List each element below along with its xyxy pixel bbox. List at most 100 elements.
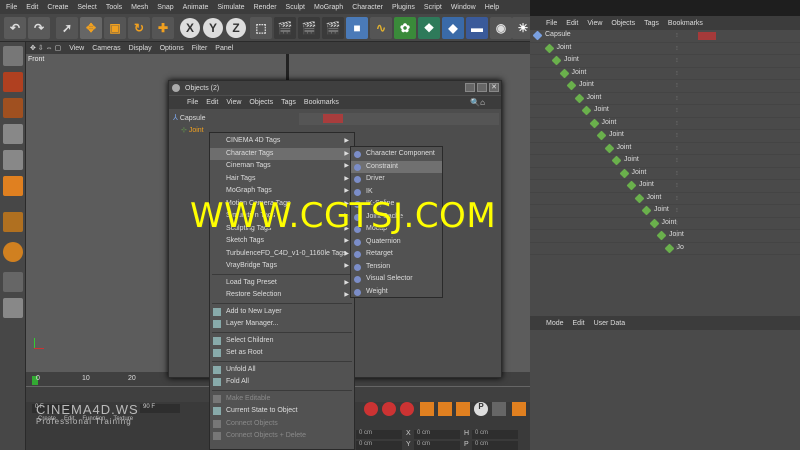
viewport-menu-panel[interactable]: Panel: [215, 45, 233, 52]
coord-rot-p[interactable]: 0 cm: [472, 441, 518, 450]
tree-row-joint[interactable]: Joint ⁝: [530, 130, 800, 143]
undo-icon[interactable]: ↶: [4, 17, 26, 39]
deformer-icon[interactable]: ◆: [442, 17, 464, 39]
visibility-dots[interactable]: ⁝: [676, 245, 686, 253]
menu-sculpt[interactable]: Sculpt: [286, 4, 305, 11]
context-menu-item[interactable]: Load Tag Preset ▶: [210, 277, 354, 290]
attributes-menu-mode[interactable]: Mode: [546, 320, 564, 327]
coordinate-system-icon[interactable]: ⬚: [250, 17, 272, 39]
timeline-menu-icon[interactable]: [512, 402, 526, 416]
move-key-icon[interactable]: [420, 402, 434, 416]
camera-icon[interactable]: ◉: [490, 17, 512, 39]
visibility-dots[interactable]: ⁝: [676, 107, 686, 115]
objects-menu-objects[interactable]: Objects: [611, 20, 635, 27]
tree-row-joint[interactable]: Jo ⁝: [530, 243, 800, 255]
tree-row-joint[interactable]: Joint ⁝: [530, 55, 800, 68]
attributes-menu-edit[interactable]: Edit: [573, 320, 585, 327]
coord-rot-h[interactable]: 0 cm: [472, 430, 518, 439]
tree-row-joint[interactable]: Joint ⁝: [530, 180, 800, 193]
dialog-menu-bookmarks[interactable]: Bookmarks: [304, 99, 339, 106]
tree-row-joint[interactable]: Joint ⁝: [530, 43, 800, 55]
viewport-menu-view[interactable]: View: [69, 45, 84, 52]
coord-size-y[interactable]: 0 cm: [414, 441, 460, 450]
context-menu-item[interactable]: CINEMA 4D Tags ▶: [210, 135, 354, 148]
render-settings-icon[interactable]: 🎬: [322, 17, 344, 39]
visibility-dots[interactable]: ⁝: [676, 170, 686, 178]
submenu-item[interactable]: Weight: [351, 286, 442, 299]
tree-row-joint[interactable]: Joint ⁝: [530, 155, 800, 168]
dialog-menu-file[interactable]: File: [187, 99, 198, 106]
submenu-item[interactable]: Visual Selector: [351, 273, 442, 286]
menu-edit[interactable]: Edit: [26, 4, 38, 11]
magnet-icon[interactable]: [3, 242, 23, 262]
objects-menu-bookmarks[interactable]: Bookmarks: [668, 20, 703, 27]
objects-menu-view[interactable]: View: [587, 20, 602, 27]
autokey-icon[interactable]: [382, 402, 396, 416]
maximize-icon[interactable]: [477, 83, 487, 92]
menu-tools[interactable]: Tools: [106, 4, 122, 11]
menu-render[interactable]: Render: [254, 4, 277, 11]
visibility-dots[interactable]: ⁝: [676, 232, 686, 240]
redo-icon[interactable]: ↷: [28, 17, 50, 39]
menu-file[interactable]: File: [6, 4, 17, 11]
tree-row-joint[interactable]: Joint ⁝: [530, 68, 800, 80]
context-menu-item[interactable]: Cineman Tags ▶: [210, 160, 354, 173]
viewport-menu-cameras[interactable]: Cameras: [92, 45, 120, 52]
menu-mesh[interactable]: Mesh: [131, 4, 148, 11]
context-menu-item[interactable]: VrayBridge Tags ▶: [210, 260, 354, 273]
axis-x-button[interactable]: X: [180, 18, 200, 38]
context-menu-item[interactable]: Sketch Tags ▶: [210, 235, 354, 248]
menu-script[interactable]: Script: [424, 4, 442, 11]
dialog-menu-edit[interactable]: Edit: [206, 99, 218, 106]
visibility-dots[interactable]: ⁝: [676, 70, 686, 78]
cube-icon[interactable]: ■: [346, 17, 368, 39]
context-menu-item[interactable]: Unfold All: [210, 364, 354, 377]
menu-animate[interactable]: Animate: [183, 4, 209, 11]
visibility-dots[interactable]: ⁝: [676, 32, 686, 40]
context-menu-item[interactable]: Connect Objects + Delete: [210, 430, 354, 443]
add-tool-icon[interactable]: ✚: [152, 17, 174, 39]
submenu-item[interactable]: Driver: [351, 173, 442, 186]
dialog-search-icon[interactable]: 🔍⌂: [470, 98, 485, 107]
tree-row-joint[interactable]: Joint ⁝: [530, 105, 800, 118]
context-menu-item[interactable]: Set as Root: [210, 347, 354, 360]
dialog-tree-row-capsule[interactable]: ⅄ Capsule: [173, 113, 297, 127]
axis-mode-icon[interactable]: [3, 212, 23, 232]
spline-icon[interactable]: ∿: [370, 17, 392, 39]
rotate-key-icon[interactable]: [456, 402, 470, 416]
viewport-nav-icon[interactable]: ✥ ⇩ ⇔ ▢: [30, 44, 61, 52]
tree-row-joint[interactable]: Joint ⁝: [530, 80, 800, 93]
make-editable-icon[interactable]: [3, 46, 23, 66]
visibility-dots[interactable]: ⁝: [676, 132, 686, 140]
menu-mograph[interactable]: MoGraph: [314, 4, 343, 11]
visibility-dots[interactable]: ⁝: [676, 57, 686, 65]
keyframe-selection-icon[interactable]: [400, 402, 414, 416]
pla-key-icon[interactable]: [492, 402, 506, 416]
snap-icon[interactable]: [3, 298, 23, 318]
move-tool-icon[interactable]: ✥: [80, 17, 102, 39]
objects-menu-file[interactable]: File: [546, 20, 557, 27]
visibility-dots[interactable]: ⁝: [676, 195, 686, 203]
checker-icon[interactable]: [3, 72, 23, 92]
menu-snap[interactable]: Snap: [157, 4, 173, 11]
visibility-dots[interactable]: ⁝: [676, 157, 686, 165]
visibility-dots[interactable]: ⁝: [676, 120, 686, 128]
tree-row-joint[interactable]: Joint ⁝: [530, 143, 800, 155]
dialog-titlebar[interactable]: Objects (2) ✕: [169, 81, 501, 95]
context-menu-item[interactable]: Restore Selection ▶: [210, 289, 354, 302]
menu-plugins[interactable]: Plugins: [392, 4, 415, 11]
objects-menu-edit[interactable]: Edit: [566, 20, 578, 27]
axis-z-button[interactable]: Z: [226, 18, 246, 38]
scale-tool-icon[interactable]: ▣: [104, 17, 126, 39]
submenu-item[interactable]: Character Component: [351, 148, 442, 161]
coord-pos-y[interactable]: 0 cm: [356, 441, 402, 450]
submenu-item[interactable]: Tension: [351, 261, 442, 274]
context-menu-item[interactable]: Layer Manager...: [210, 318, 354, 331]
record-icon[interactable]: [364, 402, 378, 416]
submenu-item[interactable]: Retarget: [351, 248, 442, 261]
viewport-menu-filter[interactable]: Filter: [192, 45, 208, 52]
dialog-menu-view[interactable]: View: [226, 99, 241, 106]
coord-size-x[interactable]: 0 cm: [414, 430, 460, 439]
close-icon[interactable]: ✕: [489, 83, 499, 92]
visibility-dots[interactable]: ⁝: [676, 182, 686, 190]
